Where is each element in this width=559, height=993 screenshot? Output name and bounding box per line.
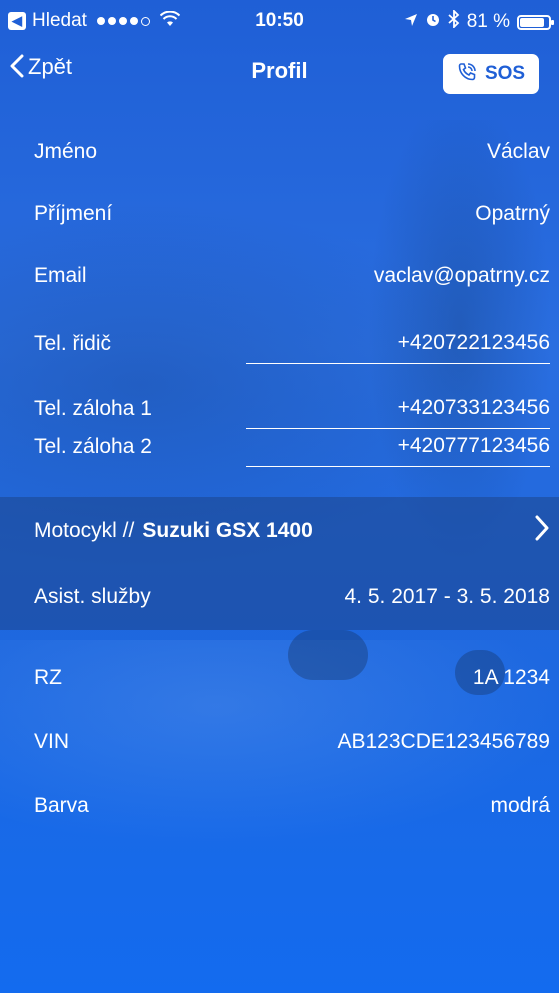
status-bar: ◀ Hledat 10:50 81 %: [0, 0, 559, 40]
color-label: Barva: [34, 794, 89, 817]
vin-value: AB123CDE123456789: [337, 730, 550, 753]
back-button[interactable]: Zpět: [10, 54, 72, 80]
email-label: Email: [34, 264, 87, 287]
motorcycle-model: Suzuki GSX 1400: [142, 518, 313, 542]
status-left: ◀ Hledat: [8, 10, 181, 32]
first-name-value: Václav: [486, 140, 550, 163]
battery-percent: 81 %: [466, 11, 510, 32]
motorcycle-section[interactable]: Motocykl // Suzuki GSX 1400 Asist. služb…: [0, 497, 559, 630]
chevron-left-icon: [10, 54, 24, 80]
tel-backup-2-field[interactable]: +420777123456: [246, 428, 550, 467]
tel-driver-field[interactable]: +420722123456: [246, 325, 550, 364]
email-value: vaclav@opatrny.cz: [373, 264, 550, 287]
back-to-app-label[interactable]: Hledat: [32, 10, 87, 32]
tel-backup-1-label: Tel. záloha 1: [34, 397, 152, 420]
color-value: modrá: [490, 794, 550, 817]
motorcycle-row[interactable]: Motocykl // Suzuki GSX 1400: [34, 515, 550, 546]
vehicle-row-vin: VIN AB123CDE123456789: [34, 720, 550, 764]
rz-value: 1A 1234: [472, 666, 550, 689]
motorcycle-title: Motocykl // Suzuki GSX 1400: [34, 519, 313, 543]
profile-row-first-name: Jméno Václav: [34, 130, 550, 174]
battery-icon: [517, 14, 554, 30]
wifi-icon: [159, 10, 181, 32]
last-name-label: Příjmení: [34, 202, 113, 225]
first-name-label: Jméno: [34, 140, 98, 163]
sos-label: SOS: [484, 63, 526, 84]
profile-row-email: Email vaclav@opatrny.cz: [34, 254, 550, 298]
assistance-label: Asist. služby: [34, 585, 151, 608]
chevron-right-icon[interactable]: [534, 515, 550, 546]
vin-label: VIN: [34, 730, 70, 753]
vehicle-row-rz: RZ 1A 1234: [34, 656, 550, 700]
sos-button[interactable]: SOS: [443, 54, 539, 94]
alarm-icon: [425, 11, 441, 33]
profile-screen: ◀ Hledat 10:50 81 % Zpět Profil SOS Jmén…: [0, 0, 559, 993]
assistance-row: Asist. služby 4. 5. 2017 - 3. 5. 2018: [34, 585, 550, 609]
back-button-label: Zpět: [28, 54, 73, 79]
profile-row-tel-driver: Tel. řidič +420722123456: [34, 322, 550, 366]
phone-icon: [457, 62, 477, 87]
status-right: 81 %: [404, 8, 554, 34]
vehicle-row-color: Barva modrá: [34, 784, 550, 828]
last-name-value: Opatrný: [475, 202, 550, 225]
assistance-period: 4. 5. 2017 - 3. 5. 2018: [344, 585, 551, 608]
location-arrow-icon: [404, 11, 418, 33]
profile-row-tel-backup-2: Tel. záloha 2 +420777123456: [34, 425, 550, 469]
navigation-bar: Zpět Profil SOS: [0, 40, 559, 104]
motorcycle-prefix: Motocykl //: [34, 518, 135, 542]
rz-label: RZ: [34, 666, 62, 689]
tel-driver-label: Tel. řidič: [34, 332, 112, 355]
signal-strength-icon: [96, 16, 150, 26]
tel-backup-2-label: Tel. záloha 2: [34, 435, 152, 458]
bluetooth-icon: [448, 8, 460, 34]
tel-backup-1-field[interactable]: +420733123456: [246, 390, 550, 429]
profile-row-last-name: Příjmení Opatrný: [34, 192, 550, 236]
back-to-app-icon[interactable]: ◀: [8, 12, 26, 30]
